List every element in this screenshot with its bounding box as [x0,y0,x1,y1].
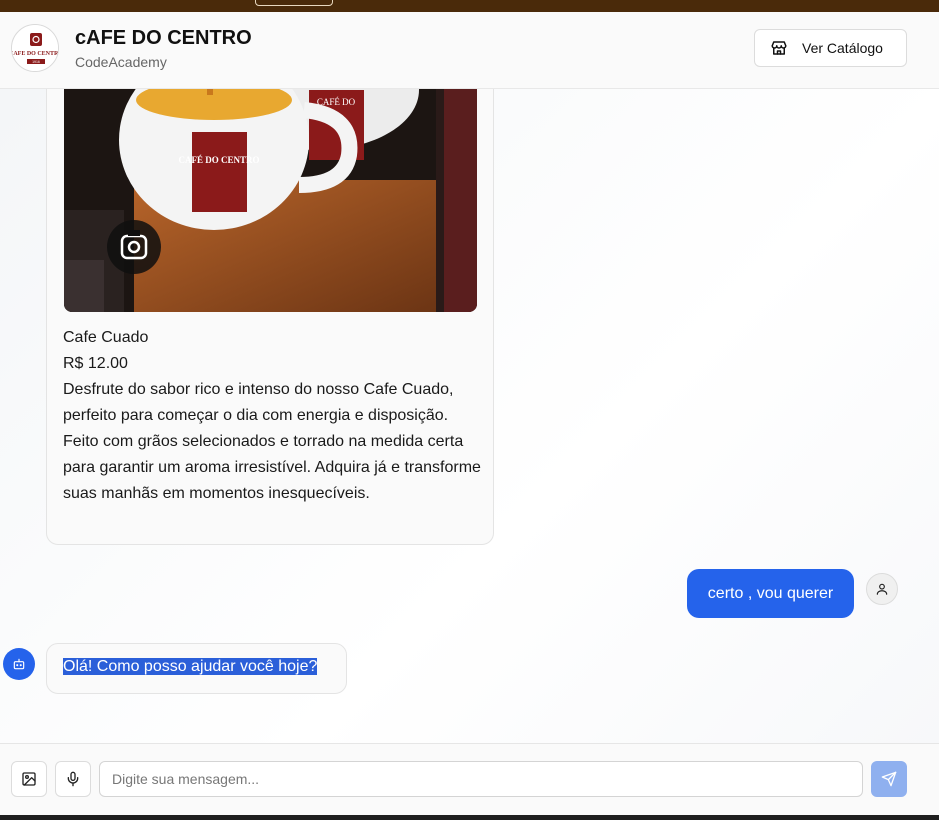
chat-header: CAFE DO CENTRO 1916 cAFE DO CENTRO CodeA… [0,12,939,89]
svg-text:1916: 1916 [32,60,40,64]
user-message-bubble: certo , vou querer [687,569,854,618]
send-icon [881,771,897,787]
view-catalog-label: Ver Catálogo [802,40,883,56]
bot-icon [13,658,25,670]
browser-top-strip [0,0,939,12]
product-card-message: CAFÉ DO CAFÉ DO CENTRO Cafe Cuado R$ 12.… [46,89,494,545]
browser-tab-stub [255,0,333,6]
user-avatar [866,573,898,605]
view-catalog-button[interactable]: Ver Catálogo [754,29,907,67]
page-subtitle: CodeAcademy [75,54,167,70]
user-message-text: certo , vou querer [707,584,834,602]
send-button[interactable] [871,761,907,797]
cup-label-text: CAFÉ DO CENTRO [178,155,259,165]
image-icon [22,772,36,786]
product-details: Cafe Cuado R$ 12.00 Desfrute do sabor ri… [63,325,483,507]
svg-text:CAFE DO CENTRO: CAFE DO CENTRO [12,51,59,57]
browser-bottom-strip [0,815,939,820]
bot-message-bubble: Olá! Como posso ajudar você hoje? [46,643,347,694]
bot-message-text: Olá! Como posso ajudar você hoje? [63,658,318,675]
voice-input-button[interactable] [55,761,91,797]
product-price: R$ 12.00 [63,355,128,372]
chat-messages-area[interactable]: CAFÉ DO CAFÉ DO CENTRO Cafe Cuado R$ 12.… [0,89,939,743]
cafe-logo: CAFE DO CENTRO 1916 [11,24,59,72]
user-icon [876,583,888,595]
attach-image-button[interactable] [11,761,47,797]
bot-avatar [3,648,35,680]
lens-icon[interactable] [107,220,161,274]
product-description: Desfrute do sabor rico e intenso do noss… [63,381,481,502]
product-name: Cafe Cuado [63,329,149,346]
message-input[interactable] [99,761,863,797]
message-composer [0,743,939,815]
microphone-icon [67,771,79,787]
product-image: CAFÉ DO CAFÉ DO CENTRO [64,89,477,312]
page-title: cAFE DO CENTRO [75,27,252,49]
store-icon [771,41,787,55]
